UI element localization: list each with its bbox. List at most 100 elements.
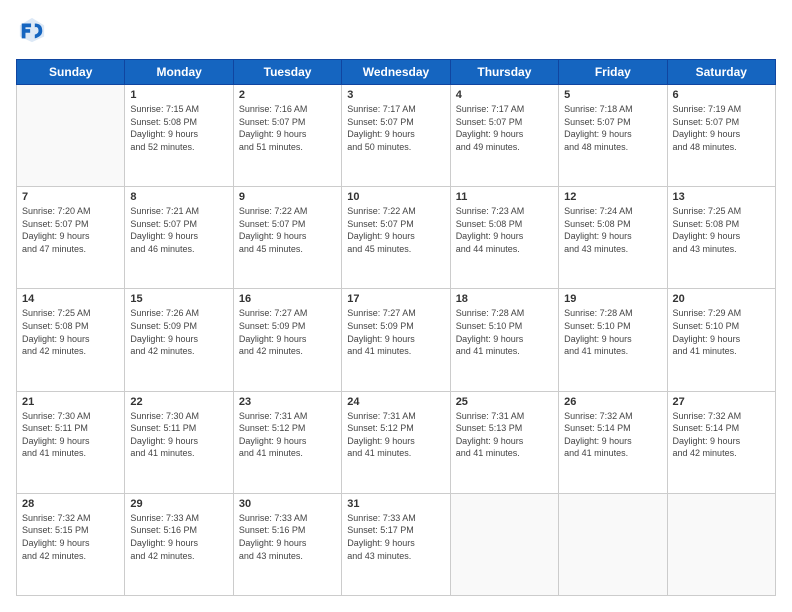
calendar-cell: 19Sunrise: 7:28 AM Sunset: 5:10 PM Dayli…	[559, 289, 667, 391]
calendar-cell: 10 Sunrise: 7:22 AM Sunset: 5:07 PM Dayli…	[342, 187, 450, 289]
calendar-header-row: SundayMondayTuesdayWednesdayThursdayFrid…	[17, 60, 776, 85]
day-info: Sunrise: 7:31 AM Sunset: 5:12 PM Dayligh…	[239, 410, 336, 460]
day-number: 26	[564, 396, 661, 408]
calendar-cell: 29 Sunrise: 7:33 AM Sunset: 5:16 PM Dayli…	[125, 493, 233, 595]
calendar-week-3: 21Sunrise: 7:30 AM Sunset: 5:11 PM Dayli…	[17, 391, 776, 493]
day-info: Sunrise: 7:33 AM Sunset: 5:16 PM Dayligh…	[130, 512, 227, 562]
day-info: Sunrise: 7:28 AM Sunset: 5:10 PM Dayligh…	[456, 307, 553, 357]
calendar-cell: 13 Sunrise: 7:25 AM Sunset: 5:08 PM Dayli…	[667, 187, 775, 289]
weekday-header-sunday: Sunday	[17, 60, 125, 85]
day-number: 25	[456, 396, 553, 408]
day-info: Sunrise: 7:32 AM Sunset: 5:14 PM Dayligh…	[564, 410, 661, 460]
day-info: Sunrise: 7:17 AM Sunset: 5:07 PM Dayligh…	[456, 103, 553, 153]
day-number: 12	[564, 191, 661, 203]
day-number: 23	[239, 396, 336, 408]
day-number: 22	[130, 396, 227, 408]
day-number: 3	[347, 89, 444, 101]
day-number: 1	[130, 89, 227, 101]
header	[16, 16, 776, 49]
day-number: 18	[456, 293, 553, 305]
weekday-header-wednesday: Wednesday	[342, 60, 450, 85]
day-number: 14	[22, 293, 119, 305]
calendar-cell: 18 Sunrise: 7:28 AM Sunset: 5:10 PM Dayli…	[450, 289, 558, 391]
day-number: 20	[673, 293, 770, 305]
day-info: Sunrise: 7:32 AM Sunset: 5:15 PM Dayligh…	[22, 512, 119, 562]
day-info: Sunrise: 7:27 AM Sunset: 5:09 PM Dayligh…	[347, 307, 444, 357]
calendar-cell: 6 Sunrise: 7:19 AM Sunset: 5:07 PM Daylig…	[667, 85, 775, 187]
calendar-cell: 31 Sunrise: 7:33 AM Sunset: 5:17 PM Dayli…	[342, 493, 450, 595]
calendar-cell: 16 Sunrise: 7:27 AM Sunset: 5:09 PM Dayli…	[233, 289, 341, 391]
calendar-cell: 5Sunrise: 7:18 AM Sunset: 5:07 PM Daylig…	[559, 85, 667, 187]
day-info: Sunrise: 7:21 AM Sunset: 5:07 PM Dayligh…	[130, 205, 227, 255]
calendar-cell	[667, 493, 775, 595]
day-info: Sunrise: 7:15 AM Sunset: 5:08 PM Dayligh…	[130, 103, 227, 153]
calendar-cell: 20 Sunrise: 7:29 AM Sunset: 5:10 PM Dayli…	[667, 289, 775, 391]
day-number: 29	[130, 498, 227, 510]
day-info: Sunrise: 7:25 AM Sunset: 5:08 PM Dayligh…	[22, 307, 119, 357]
day-info: Sunrise: 7:31 AM Sunset: 5:12 PM Dayligh…	[347, 410, 444, 460]
day-info: Sunrise: 7:27 AM Sunset: 5:09 PM Dayligh…	[239, 307, 336, 357]
day-number: 13	[673, 191, 770, 203]
logo	[16, 16, 50, 49]
page: SundayMondayTuesdayWednesdayThursdayFrid…	[0, 0, 792, 612]
day-number: 11	[456, 191, 553, 203]
day-info: Sunrise: 7:22 AM Sunset: 5:07 PM Dayligh…	[347, 205, 444, 255]
calendar-cell: 1 Sunrise: 7:15 AM Sunset: 5:08 PM Daylig…	[125, 85, 233, 187]
day-info: Sunrise: 7:19 AM Sunset: 5:07 PM Dayligh…	[673, 103, 770, 153]
calendar-cell: 11Sunrise: 7:23 AM Sunset: 5:08 PM Dayli…	[450, 187, 558, 289]
calendar-cell: 4 Sunrise: 7:17 AM Sunset: 5:07 PM Daylig…	[450, 85, 558, 187]
calendar-cell: 17 Sunrise: 7:27 AM Sunset: 5:09 PM Dayli…	[342, 289, 450, 391]
calendar-cell: 7Sunrise: 7:20 AM Sunset: 5:07 PM Daylig…	[17, 187, 125, 289]
calendar-cell: 23 Sunrise: 7:31 AM Sunset: 5:12 PM Dayli…	[233, 391, 341, 493]
calendar-cell: 25 Sunrise: 7:31 AM Sunset: 5:13 PM Dayli…	[450, 391, 558, 493]
day-number: 28	[22, 498, 119, 510]
calendar-week-2: 14 Sunrise: 7:25 AM Sunset: 5:08 PM Dayli…	[17, 289, 776, 391]
calendar-week-0: 1 Sunrise: 7:15 AM Sunset: 5:08 PM Daylig…	[17, 85, 776, 187]
calendar-cell	[17, 85, 125, 187]
day-number: 2	[239, 89, 336, 101]
calendar-cell: 8 Sunrise: 7:21 AM Sunset: 5:07 PM Daylig…	[125, 187, 233, 289]
day-number: 27	[673, 396, 770, 408]
day-number: 10	[347, 191, 444, 203]
calendar-cell: 26 Sunrise: 7:32 AM Sunset: 5:14 PM Dayli…	[559, 391, 667, 493]
logo-icon	[18, 16, 46, 44]
calendar-cell: 30Sunrise: 7:33 AM Sunset: 5:16 PM Dayli…	[233, 493, 341, 595]
weekday-header-thursday: Thursday	[450, 60, 558, 85]
day-info: Sunrise: 7:17 AM Sunset: 5:07 PM Dayligh…	[347, 103, 444, 153]
day-number: 30	[239, 498, 336, 510]
day-number: 4	[456, 89, 553, 101]
calendar-cell: 15Sunrise: 7:26 AM Sunset: 5:09 PM Dayli…	[125, 289, 233, 391]
day-number: 19	[564, 293, 661, 305]
day-info: Sunrise: 7:24 AM Sunset: 5:08 PM Dayligh…	[564, 205, 661, 255]
calendar-cell: 28 Sunrise: 7:32 AM Sunset: 5:15 PM Dayli…	[17, 493, 125, 595]
calendar-cell: 9Sunrise: 7:22 AM Sunset: 5:07 PM Daylig…	[233, 187, 341, 289]
day-info: Sunrise: 7:33 AM Sunset: 5:17 PM Dayligh…	[347, 512, 444, 562]
day-number: 15	[130, 293, 227, 305]
day-info: Sunrise: 7:32 AM Sunset: 5:14 PM Dayligh…	[673, 410, 770, 460]
calendar-week-4: 28 Sunrise: 7:32 AM Sunset: 5:15 PM Dayli…	[17, 493, 776, 595]
day-number: 31	[347, 498, 444, 510]
calendar-cell: 2 Sunrise: 7:16 AM Sunset: 5:07 PM Daylig…	[233, 85, 341, 187]
day-info: Sunrise: 7:30 AM Sunset: 5:11 PM Dayligh…	[130, 410, 227, 460]
day-info: Sunrise: 7:25 AM Sunset: 5:08 PM Dayligh…	[673, 205, 770, 255]
calendar-cell	[450, 493, 558, 595]
calendar-cell: 21Sunrise: 7:30 AM Sunset: 5:11 PM Dayli…	[17, 391, 125, 493]
calendar-cell: 3 Sunrise: 7:17 AM Sunset: 5:07 PM Daylig…	[342, 85, 450, 187]
day-info: Sunrise: 7:31 AM Sunset: 5:13 PM Dayligh…	[456, 410, 553, 460]
day-number: 6	[673, 89, 770, 101]
day-number: 16	[239, 293, 336, 305]
calendar-cell: 22 Sunrise: 7:30 AM Sunset: 5:11 PM Dayli…	[125, 391, 233, 493]
weekday-header-saturday: Saturday	[667, 60, 775, 85]
weekday-header-monday: Monday	[125, 60, 233, 85]
day-number: 24	[347, 396, 444, 408]
day-info: Sunrise: 7:16 AM Sunset: 5:07 PM Dayligh…	[239, 103, 336, 153]
day-info: Sunrise: 7:18 AM Sunset: 5:07 PM Dayligh…	[564, 103, 661, 153]
day-number: 9	[239, 191, 336, 203]
day-info: Sunrise: 7:29 AM Sunset: 5:10 PM Dayligh…	[673, 307, 770, 357]
calendar-cell: 12 Sunrise: 7:24 AM Sunset: 5:08 PM Dayli…	[559, 187, 667, 289]
calendar-week-1: 7Sunrise: 7:20 AM Sunset: 5:07 PM Daylig…	[17, 187, 776, 289]
weekday-header-tuesday: Tuesday	[233, 60, 341, 85]
day-number: 17	[347, 293, 444, 305]
day-number: 8	[130, 191, 227, 203]
calendar-cell: 27 Sunrise: 7:32 AM Sunset: 5:14 PM Dayli…	[667, 391, 775, 493]
